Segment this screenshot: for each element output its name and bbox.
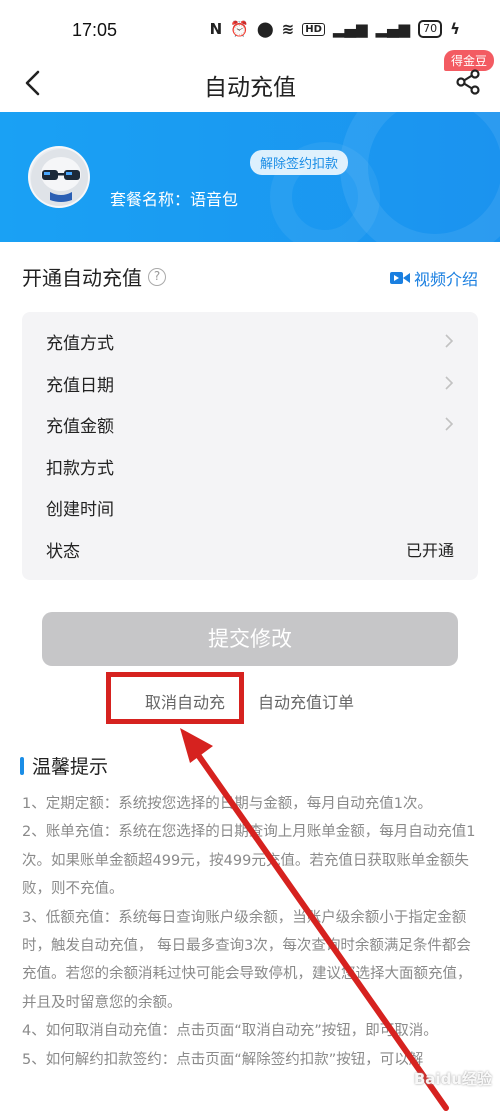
chevron-right-icon [445, 334, 454, 348]
video-intro-link[interactable]: 视频介绍 [389, 266, 478, 290]
nav-bar: 自动充值 得金豆 [0, 50, 500, 112]
nfc-icon: N [209, 20, 223, 38]
alarm-icon: ⏰ [230, 20, 249, 38]
tip-item: 4、如何取消自动充值：点击页面“取消自动充”按钮，即可取消。 [22, 1023, 438, 1040]
chevron-right-icon [445, 376, 454, 390]
signal-icon: ▂▄▆ [332, 20, 368, 38]
video-icon [389, 272, 410, 284]
mascot-icon [31, 149, 88, 206]
info-row-payment-method: 扣款方式 [46, 451, 454, 481]
wifi-icon: ≋ [281, 20, 295, 38]
submit-changes-button[interactable]: 提交修改 [42, 612, 458, 666]
charging-icon: ϟ [450, 20, 460, 38]
auto-recharge-orders-link[interactable]: 自动充值订单 [258, 689, 354, 713]
info-label: 充值金额 [46, 416, 114, 437]
hd-icon: HD [302, 22, 325, 36]
tip-item: 1、定期定额：系统按您选择的日期与金额，每月自动充值1次。 [22, 796, 432, 812]
location-icon: ⬤ [256, 20, 274, 38]
info-row-status: 状态 已开通 [46, 534, 454, 564]
plan-banner: 解除签约扣款 套餐名称：语音包 [0, 112, 500, 242]
unsign-deduction-button[interactable]: 解除签约扣款 [250, 150, 349, 175]
info-label: 创建时间 [46, 499, 114, 520]
status-icons: N ⏰ ⬤ ≋ HD ▂▄▆ ▂▄▆ 70 ϟ [210, 20, 460, 38]
plan-name: 套餐名称：语音包 [110, 190, 239, 209]
tips-title-text: 温馨提示 [32, 756, 109, 778]
page-title: 自动充值 [204, 75, 296, 101]
help-icon[interactable]: ? [148, 267, 166, 286]
avatar [28, 146, 90, 208]
cancel-auto-recharge-link[interactable]: 取消自动充 [145, 689, 225, 713]
info-label: 充值日期 [46, 375, 114, 396]
tip-item: 2、账单充值：系统在您选择的日期查询上月账单金额，每月自动充值1次。如果账单金额… [22, 824, 476, 898]
signal-icon-2: ▂▄▆ [375, 20, 411, 38]
status-time: 17:05 [72, 20, 118, 40]
video-intro-label: 视频介绍 [413, 270, 478, 289]
info-row-recharge-date[interactable]: 充值日期 [46, 368, 454, 398]
info-label: 充值方式 [46, 333, 114, 354]
tips-body: 1、定期定额：系统按您选择的日期与金额，每月自动充值1次。 2、账单充值：系统在… [22, 790, 482, 1074]
recharge-info-card: 充值方式 充值日期 充值金额 扣款方式 创建时间 状态 已开通 [22, 312, 478, 580]
info-label: 状态 [46, 541, 80, 562]
tips-accent-bar [20, 756, 24, 775]
info-row-recharge-amount[interactable]: 充值金额 [46, 409, 454, 439]
section-title-text: 开通自动充值 [22, 266, 142, 290]
status-bar: 17:05 N ⏰ ⬤ ≋ HD ▂▄▆ ▂▄▆ 70 ϟ [0, 0, 500, 62]
info-row-recharge-method[interactable]: 充值方式 [46, 326, 454, 356]
info-row-created-time: 创建时间 [46, 492, 454, 522]
share-icon[interactable] [454, 68, 482, 96]
section-title: 开通自动充值 ? [22, 262, 166, 291]
battery-indicator: 70 [418, 20, 443, 38]
tips-title: 温馨提示 [20, 752, 108, 779]
chevron-right-icon [445, 417, 454, 431]
tip-item: 3、低额充值：系统每日查询账户级余额，当账户级余额小于指定金额时，触发自动充值，… [22, 909, 472, 1011]
watermark: Baidu经验 [413, 1070, 492, 1088]
status-value: 已开通 [405, 541, 454, 560]
info-label: 扣款方式 [46, 458, 114, 479]
